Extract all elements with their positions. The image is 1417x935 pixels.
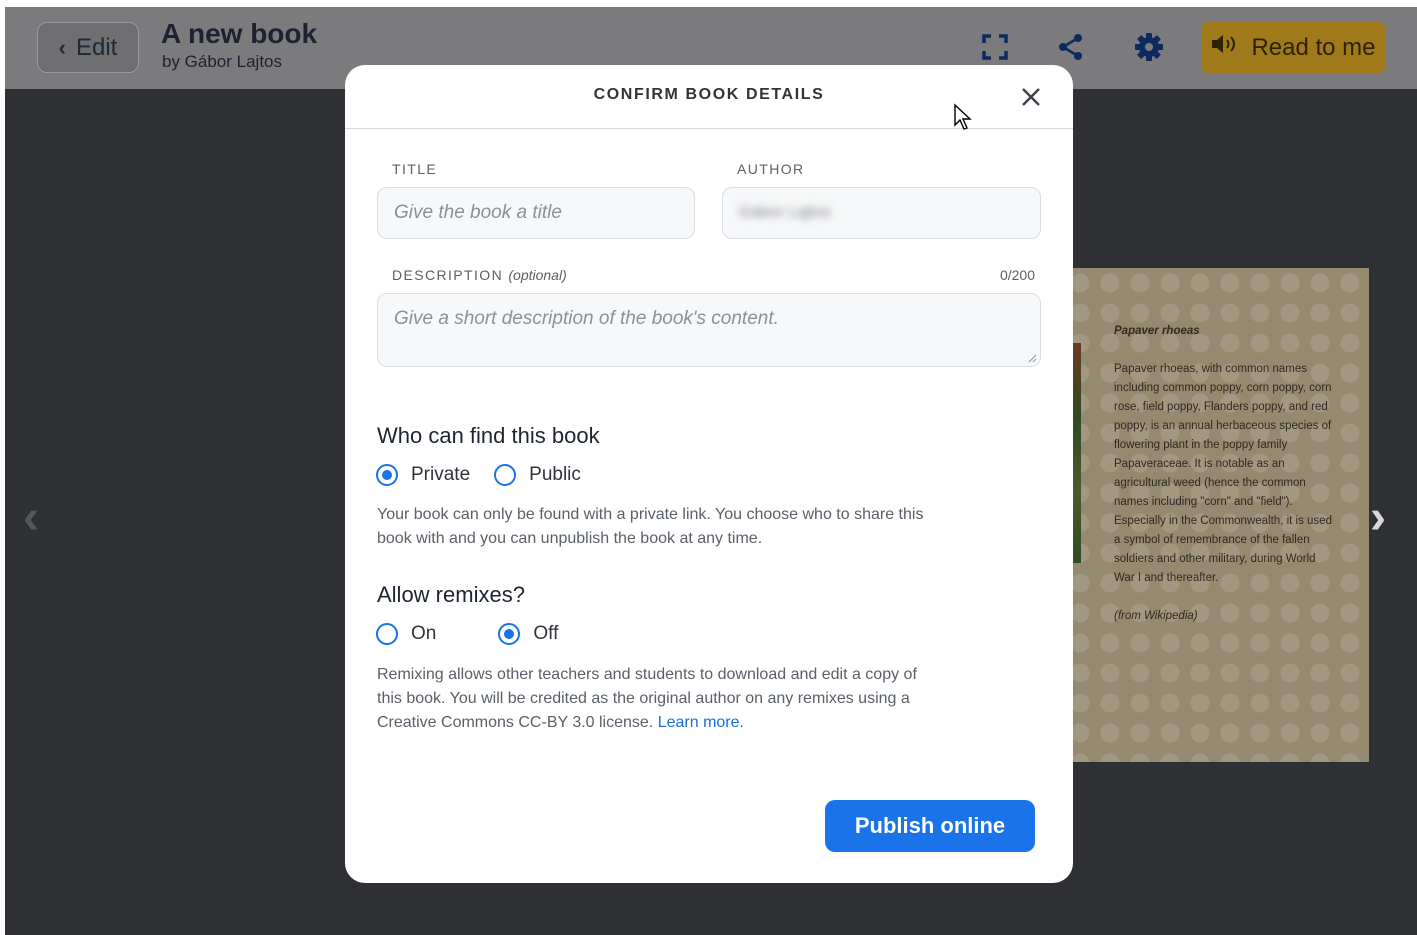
description-textarea[interactable]: Give a short description of the book's c… (377, 293, 1041, 367)
description-label: DESCRIPTION (optional) (392, 267, 567, 283)
remix-options: On Off (376, 623, 558, 645)
title-input[interactable]: Give the book a title (377, 187, 695, 239)
resize-grip-icon[interactable] (1027, 353, 1037, 363)
description-label-text: DESCRIPTION (392, 267, 504, 283)
book-author: by Gábor Lajtos (162, 52, 283, 71)
dialog-header: CONFIRM BOOK DETAILS (345, 65, 1073, 131)
remix-on-label[interactable]: On (411, 623, 436, 645)
page-body: Papaver rhoeas, with common names includ… (1114, 363, 1332, 584)
publish-online-button[interactable]: Publish online (825, 800, 1035, 852)
remix-heading: Allow remixes? (377, 582, 525, 607)
visibility-help: Your book can only be found with a priva… (377, 506, 924, 547)
description-optional: (optional) (508, 267, 567, 283)
fullscreen-icon[interactable] (979, 31, 1011, 63)
public-label[interactable]: Public (529, 464, 581, 486)
private-label[interactable]: Private (411, 464, 470, 486)
description-placeholder: Give a short description of the book's c… (394, 308, 779, 329)
speaker-icon (1211, 33, 1241, 62)
author-value: Gábor Lajtos (739, 204, 831, 221)
read-to-me-label: Read to me (1251, 33, 1376, 61)
gear-icon[interactable] (1133, 31, 1165, 63)
dialog-title: CONFIRM BOOK DETAILS (593, 86, 825, 103)
next-page-arrow-icon[interactable]: › (1370, 490, 1386, 545)
visibility-heading: Who can find this book (377, 423, 600, 448)
chevron-left-icon: ‹ (58, 34, 66, 60)
visibility-options: Private Public (376, 464, 581, 486)
description-counter: 0/200 (999, 267, 1035, 283)
previous-page-arrow-icon[interactable]: ‹ (23, 490, 39, 545)
edit-button[interactable]: ‹ Edit (37, 22, 139, 73)
remix-help-text: Remixing allows other teachers and stude… (377, 666, 917, 731)
page-text: Papaver rhoeas Papaver rhoeas, with comm… (1114, 322, 1336, 626)
remix-off-label[interactable]: Off (533, 623, 558, 645)
private-radio[interactable] (376, 464, 398, 486)
learn-more-link[interactable]: Learn more. (658, 714, 744, 731)
public-radio[interactable] (494, 464, 517, 486)
confirm-book-details-dialog: CONFIRM BOOK DETAILS TITLE Give the book… (345, 65, 1073, 883)
read-to-me-button[interactable]: Read to me (1201, 22, 1386, 73)
page-source: (from Wikipedia) (1114, 610, 1198, 622)
close-icon[interactable] (1019, 85, 1043, 109)
author-input[interactable]: Gábor Lajtos (722, 187, 1041, 239)
cursor-icon (953, 103, 973, 131)
page-heading: Papaver rhoeas (1114, 325, 1200, 337)
book-title: A new book (161, 18, 318, 49)
author-label: AUTHOR (737, 161, 805, 177)
edit-label: Edit (75, 33, 118, 61)
book-page: Papaver rhoeas Papaver rhoeas, with comm… (1065, 268, 1369, 762)
remix-help: Remixing allows other teachers and stude… (377, 663, 937, 735)
remix-on-radio[interactable] (376, 623, 398, 645)
title-label: TITLE (392, 161, 438, 177)
remix-off-radio[interactable] (498, 623, 521, 645)
share-icon[interactable] (1055, 31, 1087, 63)
